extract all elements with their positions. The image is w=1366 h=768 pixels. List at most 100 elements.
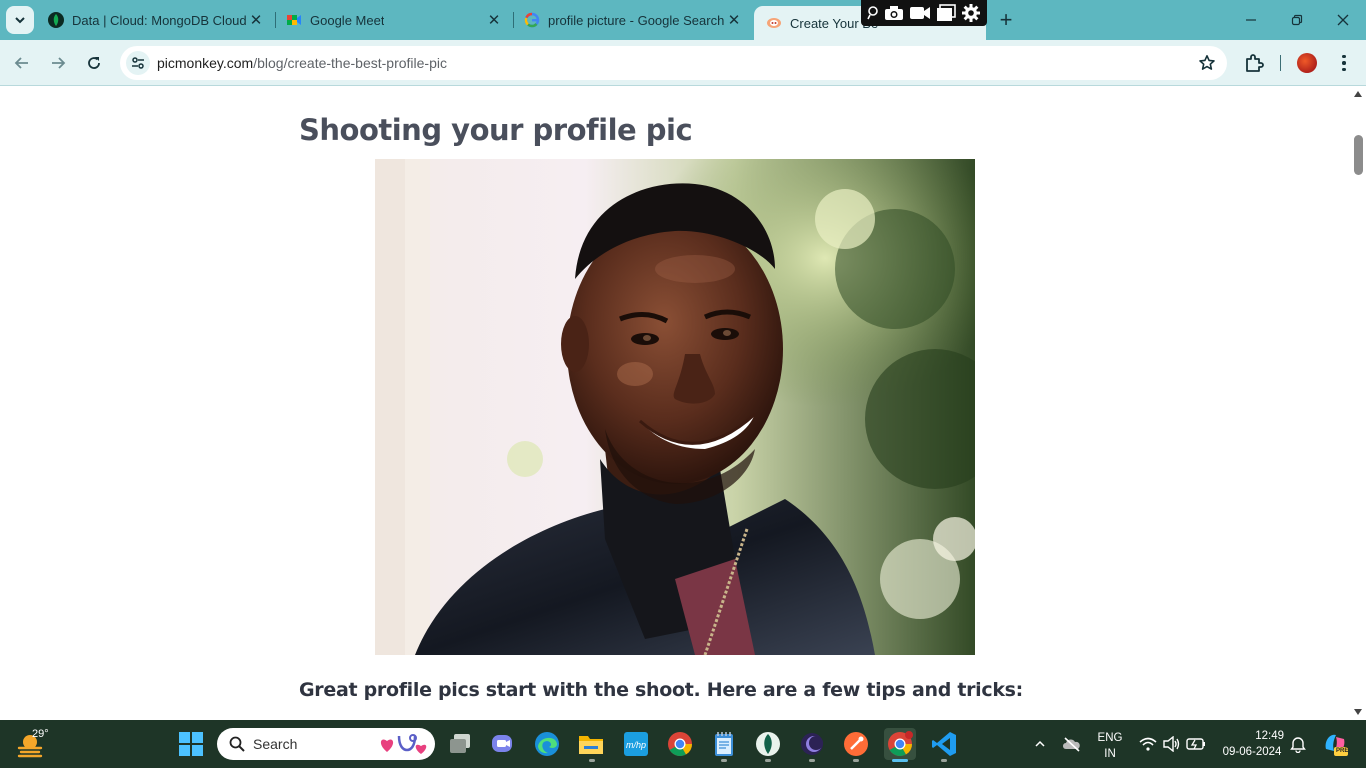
back-button[interactable] bbox=[8, 49, 36, 77]
taskbar-search[interactable]: Search bbox=[217, 728, 435, 760]
tab-title: profile picture - Google Search bbox=[548, 12, 725, 28]
close-icon[interactable]: ✕ bbox=[726, 12, 742, 29]
menu-dot bbox=[1342, 54, 1346, 59]
profile-avatar[interactable] bbox=[1297, 53, 1317, 73]
running-indicator bbox=[853, 759, 859, 762]
close-icon[interactable]: ✕ bbox=[486, 12, 502, 29]
clock-date: 09-06-2024 bbox=[1222, 746, 1282, 758]
new-tab-button[interactable]: + bbox=[994, 7, 1018, 32]
eclipse-icon bbox=[801, 733, 823, 755]
postman-icon bbox=[844, 732, 868, 756]
running-indicator bbox=[589, 759, 595, 762]
scroll-up-arrow-icon[interactable] bbox=[1354, 91, 1362, 97]
clock-time: 12:49 bbox=[1255, 730, 1284, 742]
tab-google-search[interactable]: profile picture - Google Search ✕ bbox=[512, 0, 752, 40]
tab-title: Google Meet bbox=[310, 12, 385, 28]
restore-icon bbox=[1291, 14, 1303, 26]
language-indicator[interactable]: ENG IN bbox=[1094, 730, 1126, 762]
toolbar-separator bbox=[1280, 55, 1281, 71]
chrome-button[interactable] bbox=[664, 728, 696, 760]
file-explorer-button[interactable] bbox=[575, 728, 607, 760]
task-view-icon bbox=[450, 734, 470, 753]
copilot-button[interactable]: PRE bbox=[1322, 730, 1348, 758]
screen-capture-toolbar bbox=[861, 0, 987, 26]
start-button[interactable] bbox=[175, 728, 207, 760]
menu-dot bbox=[1342, 67, 1346, 72]
tab-search-button[interactable] bbox=[6, 6, 34, 34]
close-window-button[interactable] bbox=[1320, 0, 1366, 40]
close-icon[interactable]: ✕ bbox=[248, 12, 264, 29]
battery-button[interactable] bbox=[1186, 734, 1206, 754]
show-hidden-icons-button[interactable] bbox=[1030, 734, 1050, 754]
mongodb-compass-button[interactable] bbox=[752, 728, 784, 760]
wifi-icon bbox=[1139, 737, 1157, 751]
scrollbar-thumb[interactable] bbox=[1354, 135, 1363, 175]
notifications-button[interactable] bbox=[1288, 734, 1308, 754]
browser-menu-button[interactable] bbox=[1334, 51, 1354, 75]
tab-title: Data | Cloud: MongoDB Cloud bbox=[72, 12, 247, 28]
chrome-active-button[interactable] bbox=[884, 728, 916, 760]
svg-text:m/hp: m/hp bbox=[626, 740, 646, 750]
region-code: IN bbox=[1104, 748, 1116, 760]
url-domain: picmonkey.com bbox=[157, 55, 254, 71]
chevron-up-icon bbox=[1035, 740, 1045, 747]
postman-button[interactable] bbox=[840, 728, 872, 760]
onedrive-button[interactable] bbox=[1062, 734, 1082, 754]
tab-google-meet[interactable]: Google Meet ✕ bbox=[274, 0, 512, 40]
tab-mongodb[interactable]: Data | Cloud: MongoDB Cloud ✕ bbox=[36, 0, 274, 40]
chrome-icon bbox=[668, 732, 692, 757]
forward-button[interactable] bbox=[44, 49, 72, 77]
intro-paragraph: Great profile pics start with the shoot.… bbox=[299, 679, 1023, 701]
chrome-icon bbox=[888, 731, 913, 757]
edge-button[interactable] bbox=[531, 728, 563, 760]
section-heading: Shooting your profile pic bbox=[299, 113, 693, 147]
video-camera-icon[interactable] bbox=[909, 6, 931, 20]
arrow-left-icon bbox=[14, 57, 28, 69]
puzzle-piece-icon bbox=[1246, 54, 1264, 72]
vscode-button[interactable] bbox=[928, 728, 960, 760]
link-icon[interactable] bbox=[867, 6, 879, 20]
clock[interactable]: 12:49 09-06-2024 bbox=[1216, 728, 1288, 760]
arrow-right-icon bbox=[52, 57, 66, 69]
restore-button[interactable] bbox=[1274, 0, 1320, 40]
window-capture-icon[interactable] bbox=[936, 4, 956, 22]
windows-taskbar: 29° Search m/hp ENG IN 12:49 09-06-2024 … bbox=[0, 720, 1366, 768]
mongodb-leaf-icon bbox=[48, 12, 64, 28]
url-path: /blog/create-the-best-profile-pic bbox=[253, 55, 447, 71]
star-icon bbox=[1199, 55, 1215, 70]
wifi-button[interactable] bbox=[1138, 734, 1158, 754]
reload-button[interactable] bbox=[80, 49, 108, 77]
close-icon bbox=[1337, 14, 1349, 26]
teams-chat-button[interactable] bbox=[487, 728, 519, 760]
site-info-button[interactable] bbox=[126, 51, 150, 75]
copilot-badge: PRE bbox=[1336, 748, 1349, 754]
mhp-app-icon: m/hp bbox=[624, 732, 648, 756]
weather-widget[interactable]: 29° bbox=[16, 728, 50, 760]
tune-icon bbox=[132, 57, 144, 69]
volume-button[interactable] bbox=[1162, 734, 1182, 754]
search-icon bbox=[229, 736, 245, 752]
active-running-indicator bbox=[892, 759, 908, 762]
reload-icon bbox=[88, 57, 100, 69]
tab-strip: Data | Cloud: MongoDB Cloud ✕ Google Mee… bbox=[0, 0, 1366, 40]
task-view-button[interactable] bbox=[444, 728, 476, 760]
search-placeholder: Search bbox=[253, 736, 298, 752]
url-text[interactable]: picmonkey.com/blog/create-the-best-profi… bbox=[157, 55, 447, 71]
extensions-button[interactable] bbox=[1243, 52, 1265, 74]
google-meet-icon bbox=[286, 12, 302, 28]
camera-icon[interactable] bbox=[884, 5, 904, 21]
bookmark-star-button[interactable] bbox=[1197, 53, 1217, 73]
minimize-button[interactable] bbox=[1228, 0, 1274, 40]
cloud-off-icon bbox=[1063, 737, 1080, 752]
gear-icon[interactable] bbox=[961, 3, 981, 23]
chevron-down-icon bbox=[15, 17, 25, 24]
notepad-button[interactable] bbox=[708, 728, 740, 760]
scroll-down-arrow-icon[interactable] bbox=[1354, 709, 1362, 715]
mhp-app-button[interactable]: m/hp bbox=[620, 728, 652, 760]
speaker-icon bbox=[1163, 736, 1180, 752]
page-scrollbar[interactable] bbox=[1350, 87, 1366, 720]
picmonkey-icon bbox=[766, 15, 782, 31]
address-bar[interactable]: picmonkey.com/blog/create-the-best-profi… bbox=[120, 46, 1227, 80]
smiling-man-photo-illustration bbox=[375, 159, 975, 655]
eclipse-button[interactable] bbox=[796, 728, 828, 760]
